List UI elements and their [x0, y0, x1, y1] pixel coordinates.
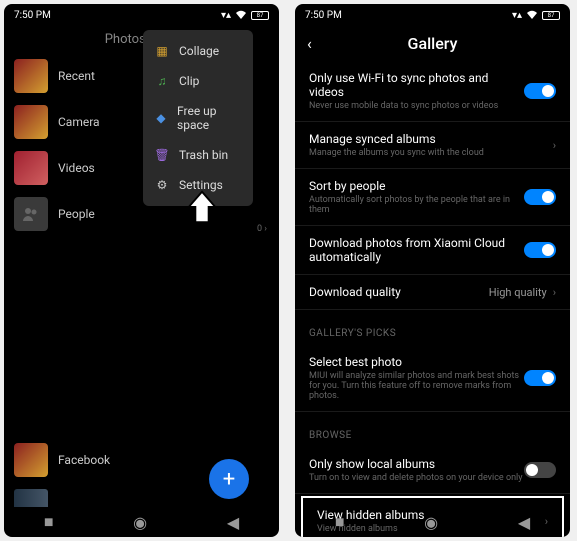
gallery-settings-screen: 7:50 PM ▾▴ 87 ‹ Gallery Only use Wi-Fi t… — [295, 4, 570, 537]
setting-title: Select best photo — [309, 355, 524, 369]
chevron-right-icon: › — [553, 286, 556, 299]
album-label: Facebook — [58, 453, 110, 467]
toggle-download[interactable] — [524, 242, 556, 258]
setting-wifi-sync[interactable]: Only use Wi-Fi to sync photos and videos… — [295, 61, 570, 122]
setting-download-cloud[interactable]: Download photos from Xiaomi Cloud automa… — [295, 226, 570, 275]
nav-bar: ■ ◉ ◀ — [295, 507, 570, 537]
thumb-videos — [14, 151, 48, 185]
battery-icon: 87 — [251, 11, 269, 20]
collage-icon: ▦ — [155, 44, 169, 58]
nav-recents-icon[interactable]: ■ — [335, 512, 345, 532]
thumb-recent — [14, 59, 48, 93]
thumb-people — [14, 197, 48, 231]
menu-label: Clip — [179, 74, 199, 88]
people-icon — [22, 205, 40, 223]
album-label: People — [58, 207, 95, 221]
back-icon[interactable]: ‹ — [307, 34, 312, 53]
clip-icon: ♫ — [155, 74, 169, 88]
setting-download-quality[interactable]: Download quality High quality › — [295, 275, 570, 310]
setting-sort-people[interactable]: Sort by people Automatically sort photos… — [295, 169, 570, 226]
toggle-wifi[interactable] — [524, 83, 556, 99]
nav-home-icon[interactable]: ◉ — [133, 513, 147, 532]
album-count: 0 › — [257, 224, 267, 234]
setting-synced-albums[interactable]: Manage synced albums Manage the albums y… — [295, 122, 570, 169]
gear-icon: ⚙ — [155, 178, 169, 192]
nav-back-icon[interactable]: ◀ — [518, 513, 530, 532]
menu-label: Free up space — [177, 104, 241, 132]
toggle-local[interactable] — [524, 462, 556, 478]
fab-add[interactable]: + — [209, 459, 249, 499]
setting-title: Only use Wi-Fi to sync photos and videos — [309, 71, 524, 99]
section-browse: BROWSE — [295, 412, 570, 447]
albums-screen: 7:50 PM ▾▴ 87 Photos A Recent Camera Vid… — [4, 4, 279, 537]
nav-recents-icon[interactable]: ■ — [44, 512, 54, 532]
thumb-camera — [14, 105, 48, 139]
clock: 7:50 PM — [14, 10, 51, 21]
setting-title: Download photos from Xiaomi Cloud automa… — [309, 236, 524, 264]
setting-subtitle: MIUI will analyze similar photos and mar… — [309, 371, 524, 401]
freeup-icon: ◆ — [155, 111, 167, 125]
menu-label: Collage — [179, 44, 219, 58]
setting-subtitle: Automatically sort photos by the people … — [309, 195, 524, 215]
signal-icon: ▾▴ — [512, 10, 522, 21]
setting-subtitle: Turn on to view and delete photos on you… — [309, 473, 524, 483]
nav-bar: ■ ◉ ◀ — [4, 507, 279, 537]
tab-photos[interactable]: Photos — [105, 32, 146, 47]
chevron-right-icon: › — [553, 139, 556, 152]
overflow-menu: ▦ Collage ♫ Clip ◆ Free up space 🗑 Trash… — [143, 30, 253, 206]
toggle-sort[interactable] — [524, 189, 556, 205]
status-icons: ▾▴ 87 — [221, 10, 269, 21]
setting-value: High quality — [489, 286, 547, 299]
setting-local-albums[interactable]: Only show local albums Turn on to view a… — [295, 447, 570, 494]
annotation-arrow-icon — [183, 188, 221, 226]
header: ‹ Gallery — [295, 26, 570, 61]
setting-title: Download quality — [309, 285, 489, 299]
status-bar: 7:50 PM ▾▴ 87 — [4, 4, 279, 26]
wifi-icon — [526, 10, 538, 20]
menu-freeup[interactable]: ◆ Free up space — [143, 96, 253, 140]
plus-icon: + — [223, 467, 235, 492]
setting-title: Manage synced albums — [309, 132, 547, 146]
menu-collage[interactable]: ▦ Collage — [143, 36, 253, 66]
trash-icon: 🗑 — [155, 148, 169, 162]
nav-home-icon[interactable]: ◉ — [424, 513, 438, 532]
menu-label: Trash bin — [179, 148, 228, 162]
album-label: Recent — [58, 69, 95, 83]
clock: 7:50 PM — [305, 10, 342, 21]
signal-icon: ▾▴ — [221, 10, 231, 21]
setting-subtitle: Manage the albums you sync with the clou… — [309, 148, 547, 158]
setting-title: Only show local albums — [309, 457, 524, 471]
nav-back-icon[interactable]: ◀ — [227, 513, 239, 532]
setting-title: Sort by people — [309, 179, 524, 193]
status-bar: 7:50 PM ▾▴ 87 — [295, 4, 570, 26]
album-facebook[interactable]: Facebook — [4, 437, 120, 483]
battery-icon: 87 — [542, 11, 560, 20]
setting-subtitle: Never use mobile data to sync photos or … — [309, 101, 524, 111]
album-partial[interactable] — [14, 489, 48, 507]
menu-clip[interactable]: ♫ Clip — [143, 66, 253, 96]
status-icons: ▾▴ 87 — [512, 10, 560, 21]
menu-trash[interactable]: 🗑 Trash bin — [143, 140, 253, 170]
page-title: Gallery — [408, 34, 458, 53]
album-label: Videos — [58, 161, 95, 175]
wifi-icon — [235, 10, 247, 20]
thumb-facebook — [14, 443, 48, 477]
section-gallery-picks: GALLERY'S PICKS — [295, 310, 570, 345]
toggle-best[interactable] — [524, 370, 556, 386]
setting-best-photo[interactable]: Select best photo MIUI will analyze simi… — [295, 345, 570, 412]
album-label: Camera — [58, 115, 100, 129]
